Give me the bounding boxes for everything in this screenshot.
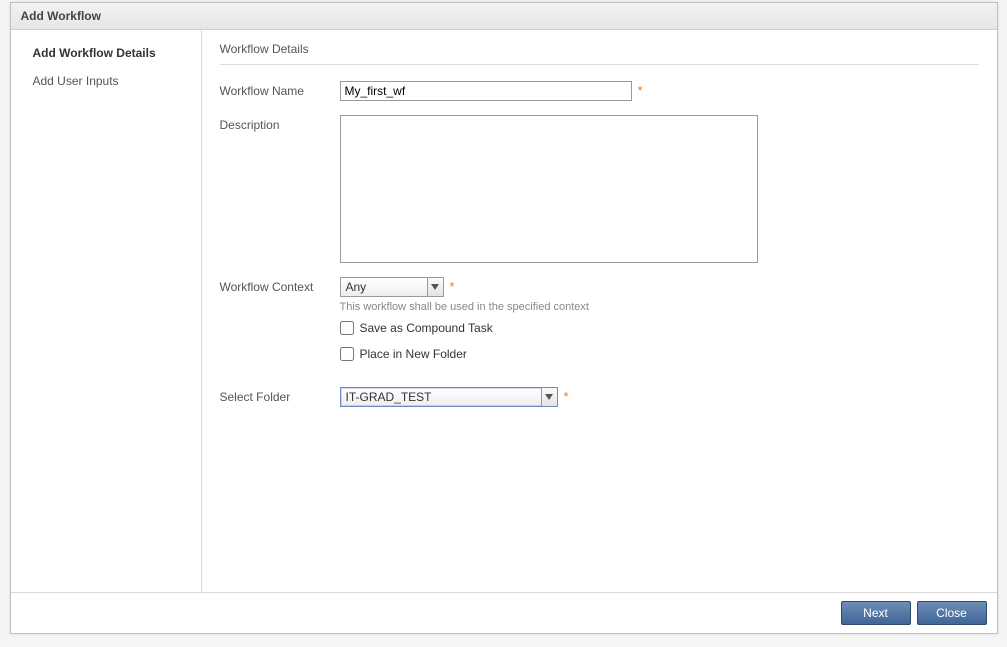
label-workflow-name: Workflow Name bbox=[220, 81, 340, 98]
select-folder-select[interactable]: IT-GRAD_TEST bbox=[340, 387, 558, 407]
close-button[interactable]: Close bbox=[917, 601, 987, 625]
label-description: Description bbox=[220, 115, 340, 132]
new-folder-checkbox[interactable] bbox=[340, 347, 354, 361]
new-folder-label: Place in New Folder bbox=[360, 347, 467, 361]
save-compound-check-row[interactable]: Save as Compound Task bbox=[340, 321, 589, 335]
workflow-name-input[interactable] bbox=[340, 81, 632, 101]
description-textarea[interactable] bbox=[340, 115, 758, 263]
chevron-down-icon bbox=[427, 278, 443, 296]
required-icon: * bbox=[638, 81, 643, 101]
sidebar-item-workflow-details[interactable]: Add Workflow Details bbox=[11, 42, 201, 70]
sidebar-item-label: Add Workflow Details bbox=[33, 46, 156, 60]
save-compound-label: Save as Compound Task bbox=[360, 321, 493, 335]
next-button[interactable]: Next bbox=[841, 601, 911, 625]
dialog-title: Add Workflow bbox=[21, 9, 101, 23]
context-value: Any bbox=[341, 278, 427, 296]
row-context: Workflow Context Any * This workflow sha… bbox=[220, 277, 979, 373]
label-context: Workflow Context bbox=[220, 277, 340, 294]
wizard-sidebar: Add Workflow Details Add User Inputs bbox=[11, 30, 202, 592]
sidebar-item-user-inputs[interactable]: Add User Inputs bbox=[11, 70, 201, 98]
context-hint: This workflow shall be used in the speci… bbox=[340, 301, 589, 313]
row-workflow-name: Workflow Name * bbox=[220, 81, 979, 101]
dialog-body: Add Workflow Details Add User Inputs Wor… bbox=[11, 30, 997, 593]
row-select-folder: Select Folder IT-GRAD_TEST * bbox=[220, 387, 979, 407]
section-title: Workflow Details bbox=[220, 42, 979, 65]
new-folder-check-row[interactable]: Place in New Folder bbox=[340, 347, 589, 361]
form-panel: Workflow Details Workflow Name * Descrip… bbox=[202, 30, 997, 592]
row-description: Description bbox=[220, 115, 979, 263]
add-workflow-dialog: Add Workflow Add Workflow Details Add Us… bbox=[10, 2, 998, 634]
context-select[interactable]: Any bbox=[340, 277, 444, 297]
sidebar-item-label: Add User Inputs bbox=[33, 74, 119, 88]
dialog-button-bar: Next Close bbox=[11, 593, 997, 633]
required-icon: * bbox=[450, 277, 455, 297]
save-compound-checkbox[interactable] bbox=[340, 321, 354, 335]
select-folder-value: IT-GRAD_TEST bbox=[341, 388, 541, 406]
required-icon: * bbox=[564, 387, 569, 407]
chevron-down-icon bbox=[541, 388, 557, 406]
dialog-title-bar: Add Workflow bbox=[11, 3, 997, 30]
label-select-folder: Select Folder bbox=[220, 387, 340, 404]
